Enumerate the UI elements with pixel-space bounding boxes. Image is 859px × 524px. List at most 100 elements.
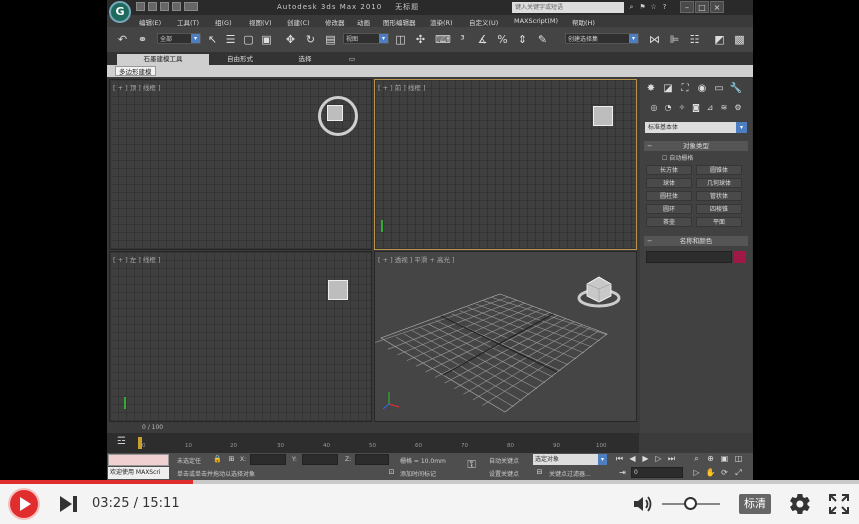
- progress-bar[interactable]: [0, 480, 859, 484]
- layer-manager-icon[interactable]: ☷: [687, 32, 702, 47]
- viewport-left-label[interactable]: [ + ] 左 ] 线框 ]: [113, 254, 161, 264]
- menu-maxscript[interactable]: MAXScript(M): [514, 17, 558, 25]
- menu-animation[interactable]: 动画: [357, 17, 370, 27]
- cameras-icon[interactable]: ◙: [690, 102, 702, 114]
- autogrid-checkbox[interactable]: ☐ 自动栅格: [662, 153, 693, 162]
- open-file-icon[interactable]: [148, 2, 157, 11]
- previous-frame-icon[interactable]: ◀: [627, 453, 638, 464]
- volume-icon[interactable]: [632, 494, 654, 514]
- app-logo-icon[interactable]: G: [109, 1, 131, 23]
- x-coordinate-field[interactable]: [250, 454, 286, 465]
- key-mode-icon[interactable]: ⊟: [535, 468, 544, 477]
- add-time-tag-button[interactable]: 添加时间标记: [400, 469, 436, 478]
- maxscript-listener[interactable]: [108, 454, 169, 466]
- rectangle-selection-icon[interactable]: ▢: [241, 32, 256, 47]
- go-to-end-icon[interactable]: ⏭: [666, 453, 677, 464]
- geosphere-button[interactable]: 几何球体: [696, 178, 742, 188]
- viewcube-icon[interactable]: [328, 280, 348, 300]
- mirror-icon[interactable]: ⋈: [647, 32, 662, 47]
- tab-graphite-modeling[interactable]: 石墨建模工具: [117, 54, 209, 65]
- viewport-top[interactable]: [ + ] 顶 ] 线框 ]: [109, 79, 372, 250]
- zoom-all-icon[interactable]: ⊕: [705, 453, 716, 464]
- spinner-snap-icon[interactable]: ⇕: [515, 32, 530, 47]
- lights-icon[interactable]: ✧: [676, 102, 688, 114]
- viewcube-icon[interactable]: [593, 106, 613, 126]
- menu-group[interactable]: 组(G): [215, 17, 232, 27]
- menu-view[interactable]: 视图(V): [249, 17, 272, 27]
- viewport-left[interactable]: [ + ] 左 ] 线框 ]: [109, 251, 372, 422]
- display-tab-icon[interactable]: ▭: [712, 82, 726, 96]
- favorites-icon[interactable]: ☆: [649, 3, 658, 12]
- pyramid-button[interactable]: 四棱锥: [696, 204, 742, 214]
- track-bar[interactable]: ☲ 0 10 20 30 40 50 60 70 80 90 100: [107, 433, 639, 453]
- viewport-perspective[interactable]: [ + ] 透视 ] 平滑 + 高光 ]: [374, 251, 637, 422]
- menu-help[interactable]: 帮助(H): [572, 17, 595, 27]
- viewport-front-label[interactable]: [ + ] 前 ] 线框 ]: [378, 82, 426, 92]
- cylinder-button[interactable]: 圆柱体: [646, 191, 692, 201]
- key-selection-dropdown[interactable]: 选定对象 ▾: [533, 454, 607, 465]
- time-tag-icon[interactable]: ⊡: [387, 468, 396, 477]
- scale-icon[interactable]: ▤: [323, 32, 338, 47]
- viewport-front[interactable]: [ + ] 前 ] 线框 ]: [374, 79, 637, 250]
- gear-icon[interactable]: [787, 492, 813, 516]
- search-icon[interactable]: ⌕: [627, 3, 636, 12]
- modify-tab-icon[interactable]: ◪: [661, 82, 675, 96]
- open-curve-editor-icon[interactable]: ☲: [117, 436, 126, 447]
- percent-snap-icon[interactable]: %: [495, 32, 510, 47]
- menu-modifiers[interactable]: 修改器: [325, 17, 345, 27]
- save-file-icon[interactable]: [160, 2, 169, 11]
- menu-tools[interactable]: 工具(T): [177, 17, 199, 27]
- zoom-extents-all-icon[interactable]: ◫: [733, 453, 744, 464]
- edit-named-selection-icon[interactable]: ✎: [535, 32, 550, 47]
- create-tab-icon[interactable]: ✸: [644, 82, 658, 96]
- category-dropdown[interactable]: 标准基本体 ▾: [645, 122, 747, 133]
- field-of-view-icon[interactable]: ▷: [691, 467, 702, 478]
- tab-freeform[interactable]: 自由形式: [215, 54, 265, 65]
- menu-rendering[interactable]: 渲染(R): [430, 17, 453, 27]
- hierarchy-tab-icon[interactable]: ⛶: [678, 82, 692, 96]
- minimize-button[interactable]: –: [680, 1, 694, 13]
- viewport-top-label[interactable]: [ + ] 顶 ] 线框 ]: [113, 82, 161, 92]
- zoom-icon[interactable]: ⌕: [691, 453, 702, 464]
- search-input[interactable]: 键入关键字或短语: [512, 2, 624, 13]
- selection-filter-dropdown[interactable]: 全部 ▾: [157, 33, 201, 44]
- systems-icon[interactable]: ⚙: [732, 102, 744, 114]
- angle-snap-icon[interactable]: ∡: [475, 32, 490, 47]
- link-icon[interactable]: ⚭: [135, 32, 150, 47]
- sphere-button[interactable]: 球体: [646, 178, 692, 188]
- next-frame-icon[interactable]: ▷: [653, 453, 664, 464]
- spacewarps-icon[interactable]: ≋: [718, 102, 730, 114]
- menu-customize[interactable]: 自定义(U): [469, 17, 498, 27]
- project-folder-icon[interactable]: [184, 2, 198, 11]
- reference-coord-dropdown[interactable]: 视图 ▾: [343, 33, 389, 44]
- align-icon[interactable]: ⊫: [667, 32, 682, 47]
- viewcube-icon[interactable]: [327, 105, 343, 121]
- geometry-icon[interactable]: ◎: [648, 102, 660, 114]
- key-filters-button[interactable]: 关键点过滤器...: [549, 469, 591, 478]
- motion-tab-icon[interactable]: ◉: [695, 82, 709, 96]
- absolute-mode-icon[interactable]: ⊞: [227, 455, 236, 464]
- quality-button[interactable]: 标清: [739, 494, 771, 514]
- close-button[interactable]: ×: [710, 1, 724, 13]
- box-button[interactable]: 长方体: [646, 165, 692, 175]
- tab-selection[interactable]: 选择: [285, 54, 325, 65]
- zoom-extents-icon[interactable]: ▣: [719, 453, 730, 464]
- current-frame-field[interactable]: 0: [631, 467, 683, 478]
- key-icon[interactable]: ⚿: [467, 459, 476, 470]
- tab-polygon-modeling[interactable]: 多边形建模: [115, 66, 156, 76]
- plane-button[interactable]: 平面: [696, 217, 742, 227]
- undo-button[interactable]: ↶: [115, 32, 130, 47]
- cone-button[interactable]: 圆锥体: [696, 165, 742, 175]
- undo-icon[interactable]: [172, 2, 181, 11]
- pivot-center-icon[interactable]: ◫: [393, 32, 408, 47]
- named-selection-dropdown[interactable]: 创建选择集 ▾: [565, 33, 639, 44]
- torus-button[interactable]: 圆环: [646, 204, 692, 214]
- shapes-icon[interactable]: ◔: [662, 102, 674, 114]
- fullscreen-icon[interactable]: [829, 494, 849, 514]
- play-button[interactable]: [8, 488, 40, 520]
- orbit-icon[interactable]: ⟳: [719, 467, 730, 478]
- snaps-toggle-icon[interactable]: ³: [455, 32, 470, 47]
- object-type-rollout[interactable]: − 对象类型: [644, 141, 748, 151]
- move-icon[interactable]: ✥: [283, 32, 298, 47]
- select-by-name-icon[interactable]: ☰: [223, 32, 238, 47]
